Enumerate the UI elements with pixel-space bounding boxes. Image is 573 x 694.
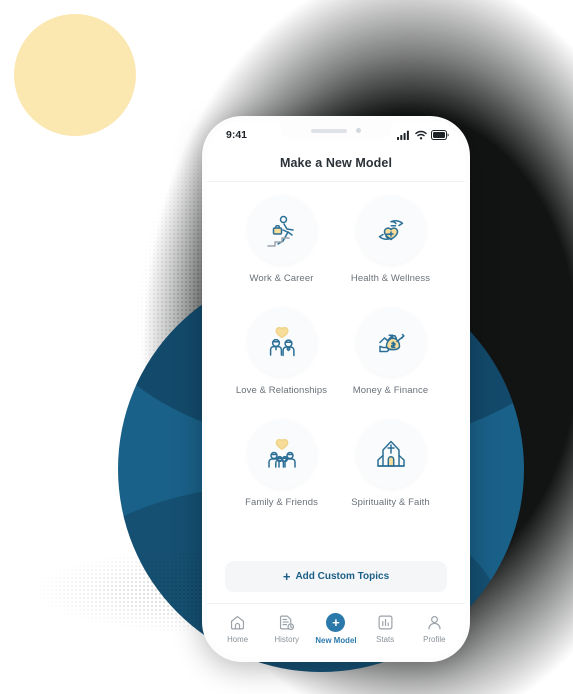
tab-home[interactable]: Home: [214, 614, 262, 644]
topic-label: Health & Wellness: [350, 273, 431, 284]
speaker-slot-icon: [311, 128, 347, 133]
tab-stats[interactable]: Stats: [361, 614, 409, 644]
phone-notch: [280, 121, 392, 140]
bottom-tab-bar: Home History + New Model Stats Profile: [207, 603, 465, 657]
hand-money-bag-arrow-icon: [378, 333, 405, 353]
topic-tile-family-friends[interactable]: Family & Friends: [245, 420, 318, 532]
status-indicators: [397, 130, 449, 140]
topic-label: Love & Relationships: [235, 385, 328, 396]
hands-heart-plus-icon: [378, 220, 403, 241]
topic-tile-work-career[interactable]: Work & Career: [247, 196, 316, 308]
tab-label: New Model: [315, 635, 357, 645]
bar-chart-icon: [378, 615, 393, 629]
family-group-heart-icon: [267, 438, 296, 468]
topic-tile-spirituality-faith[interactable]: Spirituality & Faith: [351, 420, 430, 532]
add-custom-topics-button[interactable]: + Add Custom Topics: [225, 561, 447, 592]
topic-grid: Work & Career Health & Wellness Love & R…: [207, 182, 465, 555]
topic-label: Work & Career: [249, 273, 314, 284]
tab-new-model[interactable]: + New Model: [312, 612, 360, 645]
yellow-circle-decoration: [14, 14, 136, 136]
tab-profile[interactable]: Profile: [410, 614, 458, 644]
front-camera-icon: [356, 128, 361, 133]
topic-icon-wrapper: [356, 196, 425, 264]
topic-tile-health-wellness[interactable]: Health & Wellness: [351, 196, 430, 308]
person-icon: [428, 615, 441, 629]
plus-circle-icon: +: [326, 612, 346, 632]
status-time: 9:41: [226, 129, 248, 141]
topic-icon-wrapper: [247, 420, 316, 488]
topic-icon-wrapper: [356, 420, 425, 488]
topic-tile-love-relationships[interactable]: Love & Relationships: [236, 308, 327, 420]
topic-label: Family & Friends: [245, 497, 318, 508]
tab-label: Home: [227, 634, 249, 644]
add-custom-topics-label: Add Custom Topics: [295, 571, 390, 582]
walking-person-stairs-briefcase-icon: [266, 215, 294, 247]
page-title: Make a New Model: [207, 147, 465, 182]
topic-label: Spirituality & Faith: [351, 497, 430, 508]
topic-icon-wrapper: [247, 196, 316, 264]
couple-heart-icon: [269, 326, 295, 357]
plus-icon: +: [282, 569, 291, 584]
topic-icon-wrapper: [247, 308, 316, 376]
tab-label: History: [274, 634, 300, 644]
topic-label: Money & Finance: [352, 385, 429, 396]
home-icon: [231, 615, 245, 629]
church-cross-icon: [376, 440, 405, 467]
wifi-icon: [415, 130, 427, 140]
tab-history[interactable]: History: [263, 614, 311, 644]
topic-tile-money-finance[interactable]: Money & Finance: [353, 308, 428, 420]
battery-icon: [431, 130, 449, 140]
tab-label: Profile: [423, 634, 446, 644]
phone-screen: 9:41 Make a New Model Work & Career Heal…: [207, 121, 465, 657]
document-clock-icon: [280, 615, 295, 630]
topic-icon-wrapper: [356, 308, 425, 376]
signal-icon: [397, 130, 409, 140]
tab-label: Stats: [376, 634, 395, 644]
phone-mockup: 9:41 Make a New Model Work & Career Heal…: [202, 116, 470, 662]
